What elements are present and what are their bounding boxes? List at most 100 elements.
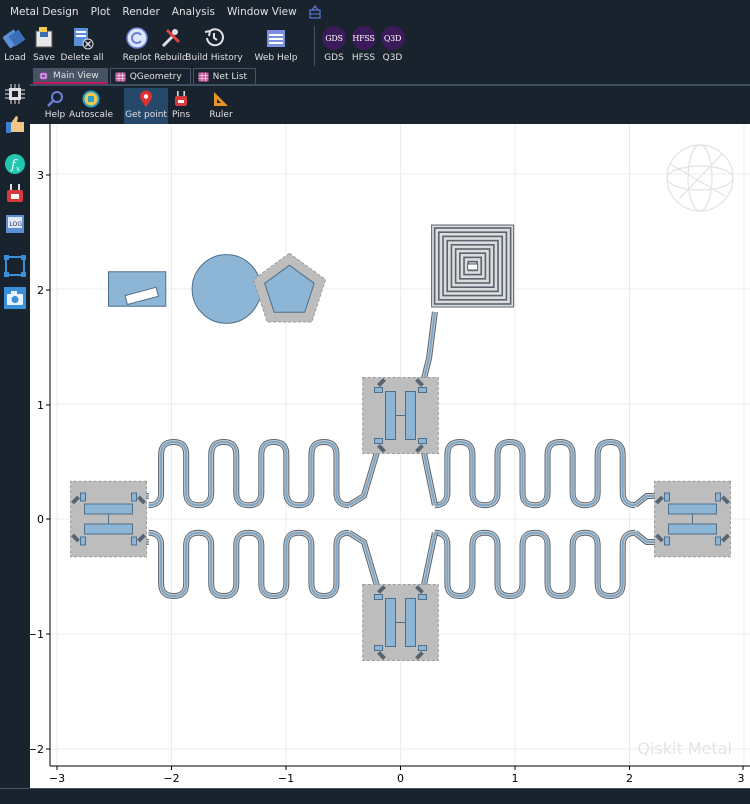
y-tick-label: −2 (30, 743, 44, 756)
y-tick-label: 2 (37, 284, 44, 297)
qubit-pad-right (667, 523, 717, 535)
qubit-bottom (362, 584, 439, 661)
connector-pad (418, 387, 427, 393)
build-history-button[interactable]: Build History (185, 24, 243, 68)
connector-button[interactable] (3, 182, 27, 206)
location-pin-icon (140, 90, 152, 107)
connector-pad (418, 645, 427, 651)
rebuild-button[interactable]: Rebuild (154, 24, 188, 68)
q3d-icon: Q3D (380, 26, 405, 50)
y-tick-label: 3 (37, 169, 44, 182)
metal-logo-icon (309, 5, 321, 19)
plot-canvas[interactable]: −3 −2 −1 0 1 2 3 3 2 1 0 −1 −2 Qiskit Me… (30, 124, 750, 788)
tab-qgeometry[interactable]: QGeometry (109, 68, 191, 84)
gds-icon: GDS (322, 26, 346, 50)
get-point-button[interactable]: Get point (124, 88, 168, 124)
connector-pad (418, 438, 427, 444)
camera-icon (4, 287, 26, 309)
design-plot[interactable]: −3 −2 −1 0 1 2 3 3 2 1 0 −1 −2 Qiskit Me… (30, 124, 750, 788)
cpw-gap (148, 438, 350, 509)
load-label: Load (4, 53, 26, 63)
magnifier-icon (47, 91, 63, 107)
web-help-label: Web Help (254, 53, 298, 63)
fullscreen-button[interactable] (3, 254, 27, 278)
cpw-lead (347, 530, 381, 589)
qubit-right (654, 480, 731, 558)
x-tick-label: 1 (512, 772, 519, 785)
hfss-button[interactable]: HFSS HFSS (349, 24, 378, 68)
gds-button[interactable]: GDS GDS (319, 24, 349, 68)
connector-pad (80, 536, 87, 546)
menu-metal-design[interactable]: Metal Design (4, 0, 85, 24)
x-tick-label: 3 (738, 772, 745, 785)
delete-all-button[interactable]: Delete all (58, 24, 106, 68)
menu-window-view[interactable]: Window View (221, 0, 303, 24)
connector-pad (131, 536, 138, 546)
tab-net-list[interactable]: Net List (192, 68, 257, 84)
tab-main-view[interactable]: Main View (33, 68, 108, 84)
chip-icon (5, 84, 25, 104)
connector-pad (374, 594, 383, 600)
replot-label: Replot (122, 53, 152, 63)
cpw-center (422, 532, 436, 589)
spiral-inductor (431, 224, 515, 308)
tab-qgeometry-label: QGeometry (129, 71, 182, 82)
ruler-button[interactable]: Ruler (208, 88, 234, 124)
q3d-button[interactable]: Q3D Q3D (378, 24, 407, 68)
y-tick: −1 (30, 628, 50, 641)
help-button[interactable]: Help (42, 88, 68, 124)
save-button[interactable]: Save (30, 24, 58, 68)
load-button[interactable]: Load (0, 24, 30, 68)
help-label: Help (44, 110, 66, 120)
y-tick: −2 (30, 743, 50, 756)
toolbar-separator (314, 26, 315, 66)
screenshot-button[interactable] (3, 286, 27, 310)
cpw-lead (420, 532, 438, 589)
menu-render[interactable]: Render (116, 0, 165, 24)
y-tick-label: 1 (37, 399, 44, 412)
q3d-label: Q3D (382, 53, 403, 63)
connector-pad (714, 536, 721, 546)
save-label: Save (32, 53, 56, 63)
cpw-ground-gap (434, 530, 636, 599)
y-tick: 2 (37, 284, 50, 297)
cpw-ground-gap (148, 439, 350, 508)
replot-button[interactable]: Replot (120, 24, 154, 68)
function-icon: f x (5, 154, 25, 174)
pins-icon (175, 91, 187, 106)
web-help-button[interactable]: Web Help (254, 24, 298, 68)
variables-button[interactable]: f x (3, 152, 27, 176)
chip-button[interactable] (3, 82, 27, 106)
menu-plot[interactable]: Plot (85, 0, 117, 24)
plug-icon (7, 184, 23, 202)
left-toolbar: f x LOG (0, 68, 30, 788)
get-point-label: Get point (125, 110, 167, 120)
y-tick-label: 0 (37, 513, 44, 526)
pins-button[interactable]: Pins (168, 88, 194, 124)
qubit-pad-left (385, 598, 396, 647)
history-icon (204, 28, 224, 47)
expand-icon (4, 255, 26, 277)
x-tick: −2 (163, 766, 180, 785)
connector-pad (374, 387, 383, 393)
svg-text:LOG: LOG (10, 221, 23, 228)
thumbs-up-button[interactable] (3, 112, 27, 136)
autoscale-icon (82, 90, 100, 108)
rebuild-icon (161, 28, 181, 48)
qubit-left (70, 480, 147, 558)
connector-pad (663, 536, 670, 546)
connector-pad (714, 492, 721, 502)
y-tick: 3 (37, 169, 50, 182)
autoscale-button[interactable]: Autoscale (68, 88, 114, 124)
log-icon: LOG (6, 215, 24, 233)
connector-pad (663, 492, 670, 502)
cpw-center (434, 440, 636, 507)
connector-pad (418, 594, 427, 600)
log-button[interactable]: LOG (3, 212, 27, 236)
cpw-center (422, 449, 436, 506)
menu-analysis[interactable]: Analysis (166, 0, 221, 24)
svg-text:x: x (16, 165, 20, 173)
x-tick-label: 2 (626, 772, 633, 785)
thumbs-up-icon (6, 116, 24, 133)
qubit-pad-left (667, 503, 717, 515)
